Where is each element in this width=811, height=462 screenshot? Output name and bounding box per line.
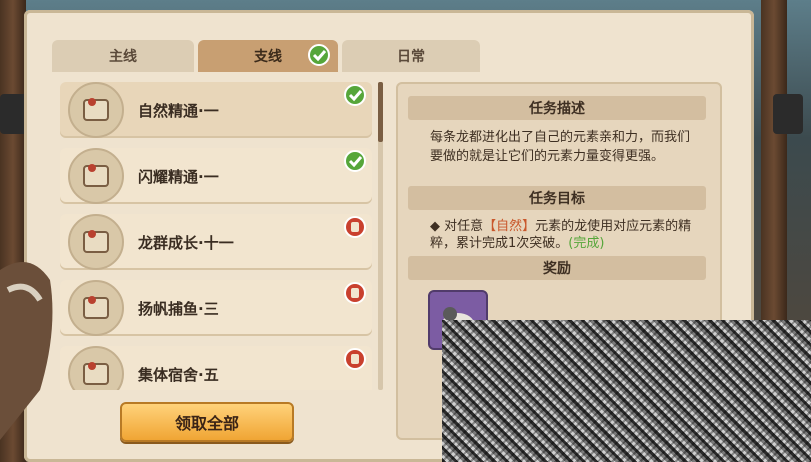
claim-all-label: 领取全部: [174, 414, 239, 433]
character-portrait: [0, 250, 58, 450]
quest-title: 自然精通·一: [138, 101, 219, 120]
quest-item[interactable]: 集体宿舍·五: [60, 346, 372, 390]
check-icon: [308, 44, 330, 70]
tab-label: 主线: [109, 49, 137, 65]
pending-icon: [344, 282, 366, 308]
scroll-icon: [68, 214, 124, 270]
scroll-icon: [68, 148, 124, 204]
quest-description: 每条龙都进化出了自己的元素亲和力，而我们要做的就是让它们的元素力量变得更强。: [430, 130, 691, 164]
quest-title: 龙群成长·十一: [138, 233, 234, 252]
pending-icon: [344, 348, 366, 374]
quest-title: 扬帆捕鱼·三: [138, 299, 219, 318]
description-header-label: 任务描述: [529, 101, 585, 117]
quest-list[interactable]: 自然精通·一 闪耀精通·一 龙群成长·十一 扬帆捕鱼·三 集体宿舍·五: [60, 82, 376, 390]
quest-list-scrollbar[interactable]: [378, 82, 383, 390]
scroll-icon: [68, 280, 124, 336]
obscured-region: [442, 320, 811, 462]
quest-item[interactable]: 龙群成长·十一: [60, 214, 372, 270]
quest-title: 集体宿舍·五: [138, 365, 219, 384]
quest-tabs: 主线 支线 日常: [52, 40, 722, 74]
tab-label: 支线: [254, 49, 282, 65]
check-icon: [344, 84, 366, 110]
scroll-icon: [68, 346, 124, 390]
goal-element: 【自然】: [483, 219, 536, 234]
scroll-thumb[interactable]: [378, 82, 383, 142]
goal-header: 任务目标: [408, 186, 706, 210]
quest-goal: ◆ 对任意【自然】元素的龙使用对应元素的精粹，累计完成1次突破。(完成): [430, 218, 700, 252]
reward-header: 奖励: [408, 256, 706, 280]
pending-icon: [344, 216, 366, 242]
tab-daily[interactable]: 日常: [342, 40, 480, 72]
goal-prefix: ◆ 对任意: [430, 219, 484, 234]
tab-label: 日常: [397, 49, 425, 65]
check-icon: [344, 150, 366, 176]
quest-item[interactable]: 闪耀精通·一: [60, 148, 372, 204]
scroll-icon: [68, 82, 124, 138]
tab-side[interactable]: 支线: [198, 40, 338, 72]
goal-status: (完成): [568, 236, 605, 251]
quest-item[interactable]: 自然精通·一: [60, 82, 372, 138]
description-header: 任务描述: [408, 96, 706, 120]
right-hinge: [773, 94, 803, 134]
claim-all-button[interactable]: 领取全部: [120, 402, 294, 442]
quest-item[interactable]: 扬帆捕鱼·三: [60, 280, 372, 336]
tab-main[interactable]: 主线: [52, 40, 194, 72]
quest-title: 闪耀精通·一: [138, 167, 219, 186]
reward-header-label: 奖励: [543, 261, 571, 277]
goal-header-label: 任务目标: [529, 191, 585, 207]
